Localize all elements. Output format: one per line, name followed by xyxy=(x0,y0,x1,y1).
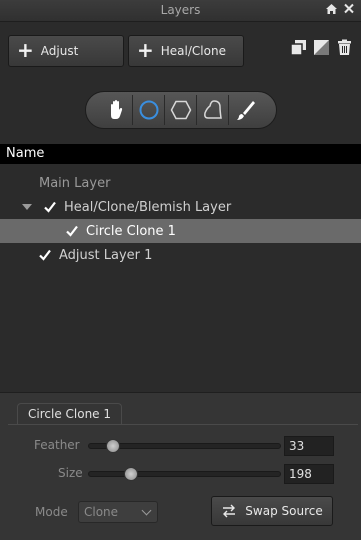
layer-label: Heal/Clone/Blemish Layer xyxy=(64,199,232,215)
layer-row-circle-clone[interactable]: Circle Clone 1 xyxy=(0,219,361,243)
mode-label: Mode xyxy=(35,505,68,519)
brush-icon xyxy=(237,101,255,120)
chevron-down-icon xyxy=(141,505,152,516)
size-slider[interactable] xyxy=(88,471,281,477)
layer-row-heal-clone[interactable]: Heal/Clone/Blemish Layer xyxy=(0,195,361,219)
mode-dropdown[interactable]: Clone xyxy=(78,501,158,523)
properties-tab-title: Circle Clone 1 xyxy=(17,403,123,425)
column-header-name: Name xyxy=(0,144,361,164)
layer-label: Circle Clone 1 xyxy=(86,223,176,239)
size-label: Size xyxy=(58,466,83,480)
brush-tool[interactable] xyxy=(229,95,261,125)
freehand-shape-icon xyxy=(203,100,222,119)
trash-icon[interactable] xyxy=(336,39,353,56)
feather-slider-handle[interactable] xyxy=(105,439,120,453)
add-adjust-label: Adjust xyxy=(40,44,79,58)
plus-icon: + xyxy=(17,38,34,62)
hexagon-icon xyxy=(170,100,191,120)
visibility-checkbox[interactable] xyxy=(44,201,56,213)
visibility-checkbox[interactable] xyxy=(39,249,51,261)
title-bar: Layers xyxy=(0,0,361,22)
layer-row-adjust[interactable]: Adjust Layer 1 xyxy=(0,243,361,267)
layers-panel: Name Main Layer Heal/Clone/Blemish Layer… xyxy=(0,144,361,392)
feather-label: Feather xyxy=(34,438,80,452)
layer-label: Adjust Layer 1 xyxy=(59,247,153,263)
tool-selector xyxy=(85,91,277,129)
home-icon[interactable] xyxy=(325,2,338,19)
size-slider-handle[interactable] xyxy=(123,467,138,481)
layer-label: Main Layer xyxy=(39,175,111,191)
mode-value: Clone xyxy=(84,505,119,519)
swap-source-label: Swap Source xyxy=(245,504,323,518)
add-adjust-button[interactable]: + Adjust xyxy=(8,35,124,67)
plus-icon: + xyxy=(137,38,154,62)
freehand-tool[interactable] xyxy=(197,95,229,125)
copy-layer-icon[interactable] xyxy=(290,39,307,56)
feather-value-field[interactable]: 33 xyxy=(284,436,334,456)
add-heal-clone-label: Heal/Clone xyxy=(160,44,226,58)
properties-panel: Circle Clone 1 Feather 33 Size 198 Mode … xyxy=(0,392,361,540)
swap-arrows-icon xyxy=(223,504,236,518)
visibility-checkbox[interactable] xyxy=(66,225,78,237)
add-heal-clone-button[interactable]: + Heal/Clone xyxy=(128,35,244,67)
divider xyxy=(8,424,358,425)
close-icon[interactable] xyxy=(343,2,355,19)
polygon-tool[interactable] xyxy=(165,95,197,125)
hand-icon xyxy=(110,100,122,119)
mask-icon[interactable] xyxy=(313,39,330,56)
window-title: Layers xyxy=(160,3,201,17)
hand-tool[interactable] xyxy=(101,95,133,125)
circle-tool[interactable] xyxy=(133,95,165,125)
expand-arrow-icon[interactable] xyxy=(22,204,32,210)
size-value-field[interactable]: 198 xyxy=(284,464,334,484)
layer-row-main[interactable]: Main Layer xyxy=(0,171,361,195)
circle-icon xyxy=(139,100,158,120)
swap-source-button[interactable]: Swap Source xyxy=(211,496,333,526)
